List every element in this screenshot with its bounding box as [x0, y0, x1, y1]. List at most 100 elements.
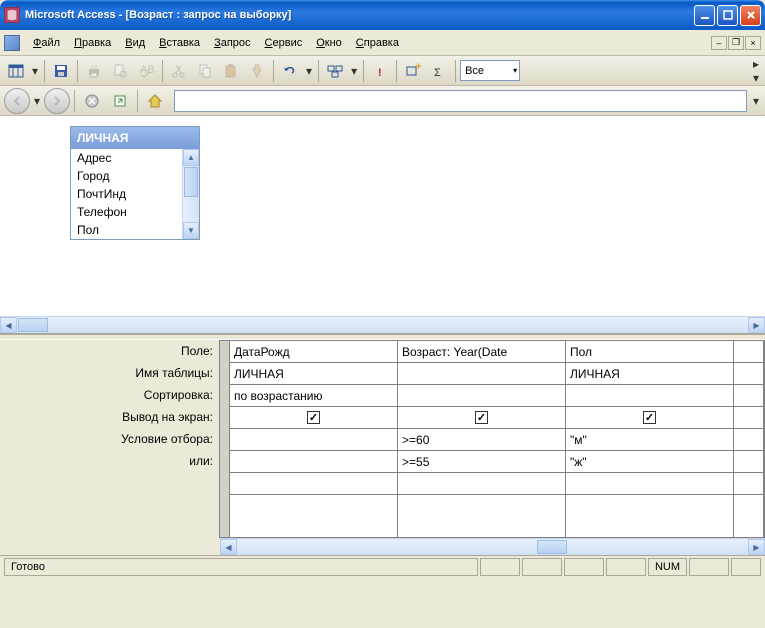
- menu-view[interactable]: Вид: [118, 34, 152, 52]
- grid-column: ДатаРожд ЛИЧНАЯ по возрастанию ✓: [230, 341, 398, 537]
- undo-button[interactable]: [278, 59, 302, 83]
- menu-service[interactable]: Сервис: [258, 34, 310, 52]
- checkbox-checked-icon[interactable]: ✓: [643, 411, 656, 424]
- scroll-thumb[interactable]: [184, 167, 198, 197]
- cell-criteria[interactable]: [230, 429, 397, 451]
- cell-blank[interactable]: [566, 473, 733, 495]
- maximize-button[interactable]: [717, 5, 738, 26]
- list-item[interactable]: Город: [71, 167, 199, 185]
- scroll-left-icon[interactable]: ◀: [0, 317, 17, 333]
- top-values-combo[interactable]: Все ▾: [460, 60, 520, 81]
- query-design-upper-pane[interactable]: ЛИЧНАЯ Адрес Город ПочтИнд Телефон Пол ▲…: [0, 116, 765, 316]
- upper-pane-hscroll[interactable]: ◀ ▶: [0, 316, 765, 333]
- totals-button[interactable]: Σ: [427, 59, 451, 83]
- cell-show[interactable]: ✓: [398, 407, 565, 429]
- checkbox-checked-icon[interactable]: ✓: [307, 411, 320, 424]
- print-preview-button[interactable]: [108, 59, 132, 83]
- spelling-button[interactable]: ABC: [134, 59, 158, 83]
- run-button[interactable]: !: [368, 59, 392, 83]
- cell-blank[interactable]: [398, 473, 565, 495]
- cell-blank[interactable]: [734, 473, 763, 495]
- cell-or[interactable]: [230, 451, 397, 473]
- table-field-list-title[interactable]: ЛИЧНАЯ: [71, 127, 199, 149]
- minimize-button[interactable]: [694, 5, 715, 26]
- undo-dropdown-icon[interactable]: ▾: [304, 64, 314, 78]
- cell-field[interactable]: Возраст: Year(Date: [398, 341, 565, 363]
- cell-sort[interactable]: по возрастанию: [230, 385, 397, 407]
- scroll-down-icon[interactable]: ▼: [183, 222, 199, 239]
- menu-help[interactable]: Справка: [349, 34, 406, 52]
- copy-button[interactable]: [193, 59, 217, 83]
- cell-blank[interactable]: [734, 341, 763, 363]
- cell-blank[interactable]: [734, 429, 763, 451]
- query-type-button[interactable]: [323, 59, 347, 83]
- nav-back-button[interactable]: [4, 88, 30, 114]
- cell-criteria[interactable]: >=60: [398, 429, 565, 451]
- list-item[interactable]: Адрес: [71, 149, 199, 167]
- menu-query[interactable]: Запрос: [207, 34, 257, 52]
- view-dropdown-icon[interactable]: ▾: [30, 64, 40, 78]
- nav-forward-button[interactable]: [44, 88, 70, 114]
- cell-blank[interactable]: [734, 451, 763, 473]
- close-button[interactable]: [740, 5, 761, 26]
- nav-back-dropdown-icon[interactable]: ▾: [32, 94, 42, 108]
- mdi-restore-button[interactable]: ❐: [728, 36, 744, 50]
- save-button[interactable]: [49, 59, 73, 83]
- cell-table[interactable]: [398, 363, 565, 385]
- table-field-list[interactable]: ЛИЧНАЯ Адрес Город ПочтИнд Телефон Пол ▲…: [70, 126, 200, 240]
- cell-field[interactable]: Пол: [566, 341, 733, 363]
- nav-overflow-icon[interactable]: ▾: [751, 94, 761, 108]
- mdi-minimize-button[interactable]: –: [711, 36, 727, 50]
- menu-edit[interactable]: Правка: [67, 34, 118, 52]
- list-item[interactable]: Телефон: [71, 203, 199, 221]
- cell-sort[interactable]: [566, 385, 733, 407]
- list-item[interactable]: ПочтИнд: [71, 185, 199, 203]
- mdi-system-icon[interactable]: [4, 35, 20, 51]
- scroll-up-icon[interactable]: ▲: [183, 149, 199, 166]
- cell-table[interactable]: ЛИЧНАЯ: [566, 363, 733, 385]
- grid-column-empty: [734, 341, 764, 537]
- scroll-left-icon[interactable]: ◀: [220, 539, 237, 555]
- checkbox-checked-icon[interactable]: ✓: [475, 411, 488, 424]
- cell-show[interactable]: ✓: [566, 407, 733, 429]
- row-header-or: или:: [0, 450, 219, 472]
- cell-or[interactable]: "ж": [566, 451, 733, 473]
- scroll-thumb[interactable]: [18, 318, 48, 332]
- chevron-down-icon: ▾: [513, 66, 517, 75]
- scroll-right-icon[interactable]: ▶: [748, 539, 765, 555]
- menu-file[interactable]: Файл: [26, 34, 67, 52]
- grid-row-selector[interactable]: [220, 341, 230, 537]
- mdi-close-button[interactable]: ×: [745, 36, 761, 50]
- pane-splitter[interactable]: [0, 333, 765, 340]
- scroll-thumb[interactable]: [537, 540, 567, 554]
- cell-or[interactable]: >=55: [398, 451, 565, 473]
- cell-show[interactable]: ✓: [230, 407, 397, 429]
- show-table-button[interactable]: +: [401, 59, 425, 83]
- menu-window[interactable]: Окно: [309, 34, 349, 52]
- nav-home-button[interactable]: [142, 88, 168, 114]
- cell-blank[interactable]: [734, 385, 763, 407]
- print-button[interactable]: [82, 59, 106, 83]
- cell-blank[interactable]: [734, 363, 763, 385]
- cut-button[interactable]: [167, 59, 191, 83]
- cell-sort[interactable]: [398, 385, 565, 407]
- grid-hscroll[interactable]: ◀ ▶: [220, 538, 765, 555]
- cell-table[interactable]: ЛИЧНАЯ: [230, 363, 397, 385]
- cell-field[interactable]: ДатаРожд: [230, 341, 397, 363]
- menu-insert[interactable]: Вставка: [152, 34, 207, 52]
- list-item[interactable]: Пол: [71, 221, 199, 239]
- paste-button[interactable]: [219, 59, 243, 83]
- cell-blank[interactable]: [230, 473, 397, 495]
- toolbar-overflow-icon[interactable]: ▸▾: [751, 57, 761, 85]
- cell-blank[interactable]: [734, 407, 763, 429]
- format-painter-button[interactable]: [245, 59, 269, 83]
- view-button[interactable]: [4, 59, 28, 83]
- scroll-right-icon[interactable]: ▶: [748, 317, 765, 333]
- field-list-scrollbar[interactable]: ▲ ▼: [182, 149, 199, 239]
- nav-address-input[interactable]: [174, 90, 747, 112]
- row-header-criteria: Условие отбора:: [0, 428, 219, 450]
- nav-stop-button[interactable]: [79, 88, 105, 114]
- cell-criteria[interactable]: "м": [566, 429, 733, 451]
- query-type-dropdown-icon[interactable]: ▾: [349, 64, 359, 78]
- nav-refresh-button[interactable]: [107, 88, 133, 114]
